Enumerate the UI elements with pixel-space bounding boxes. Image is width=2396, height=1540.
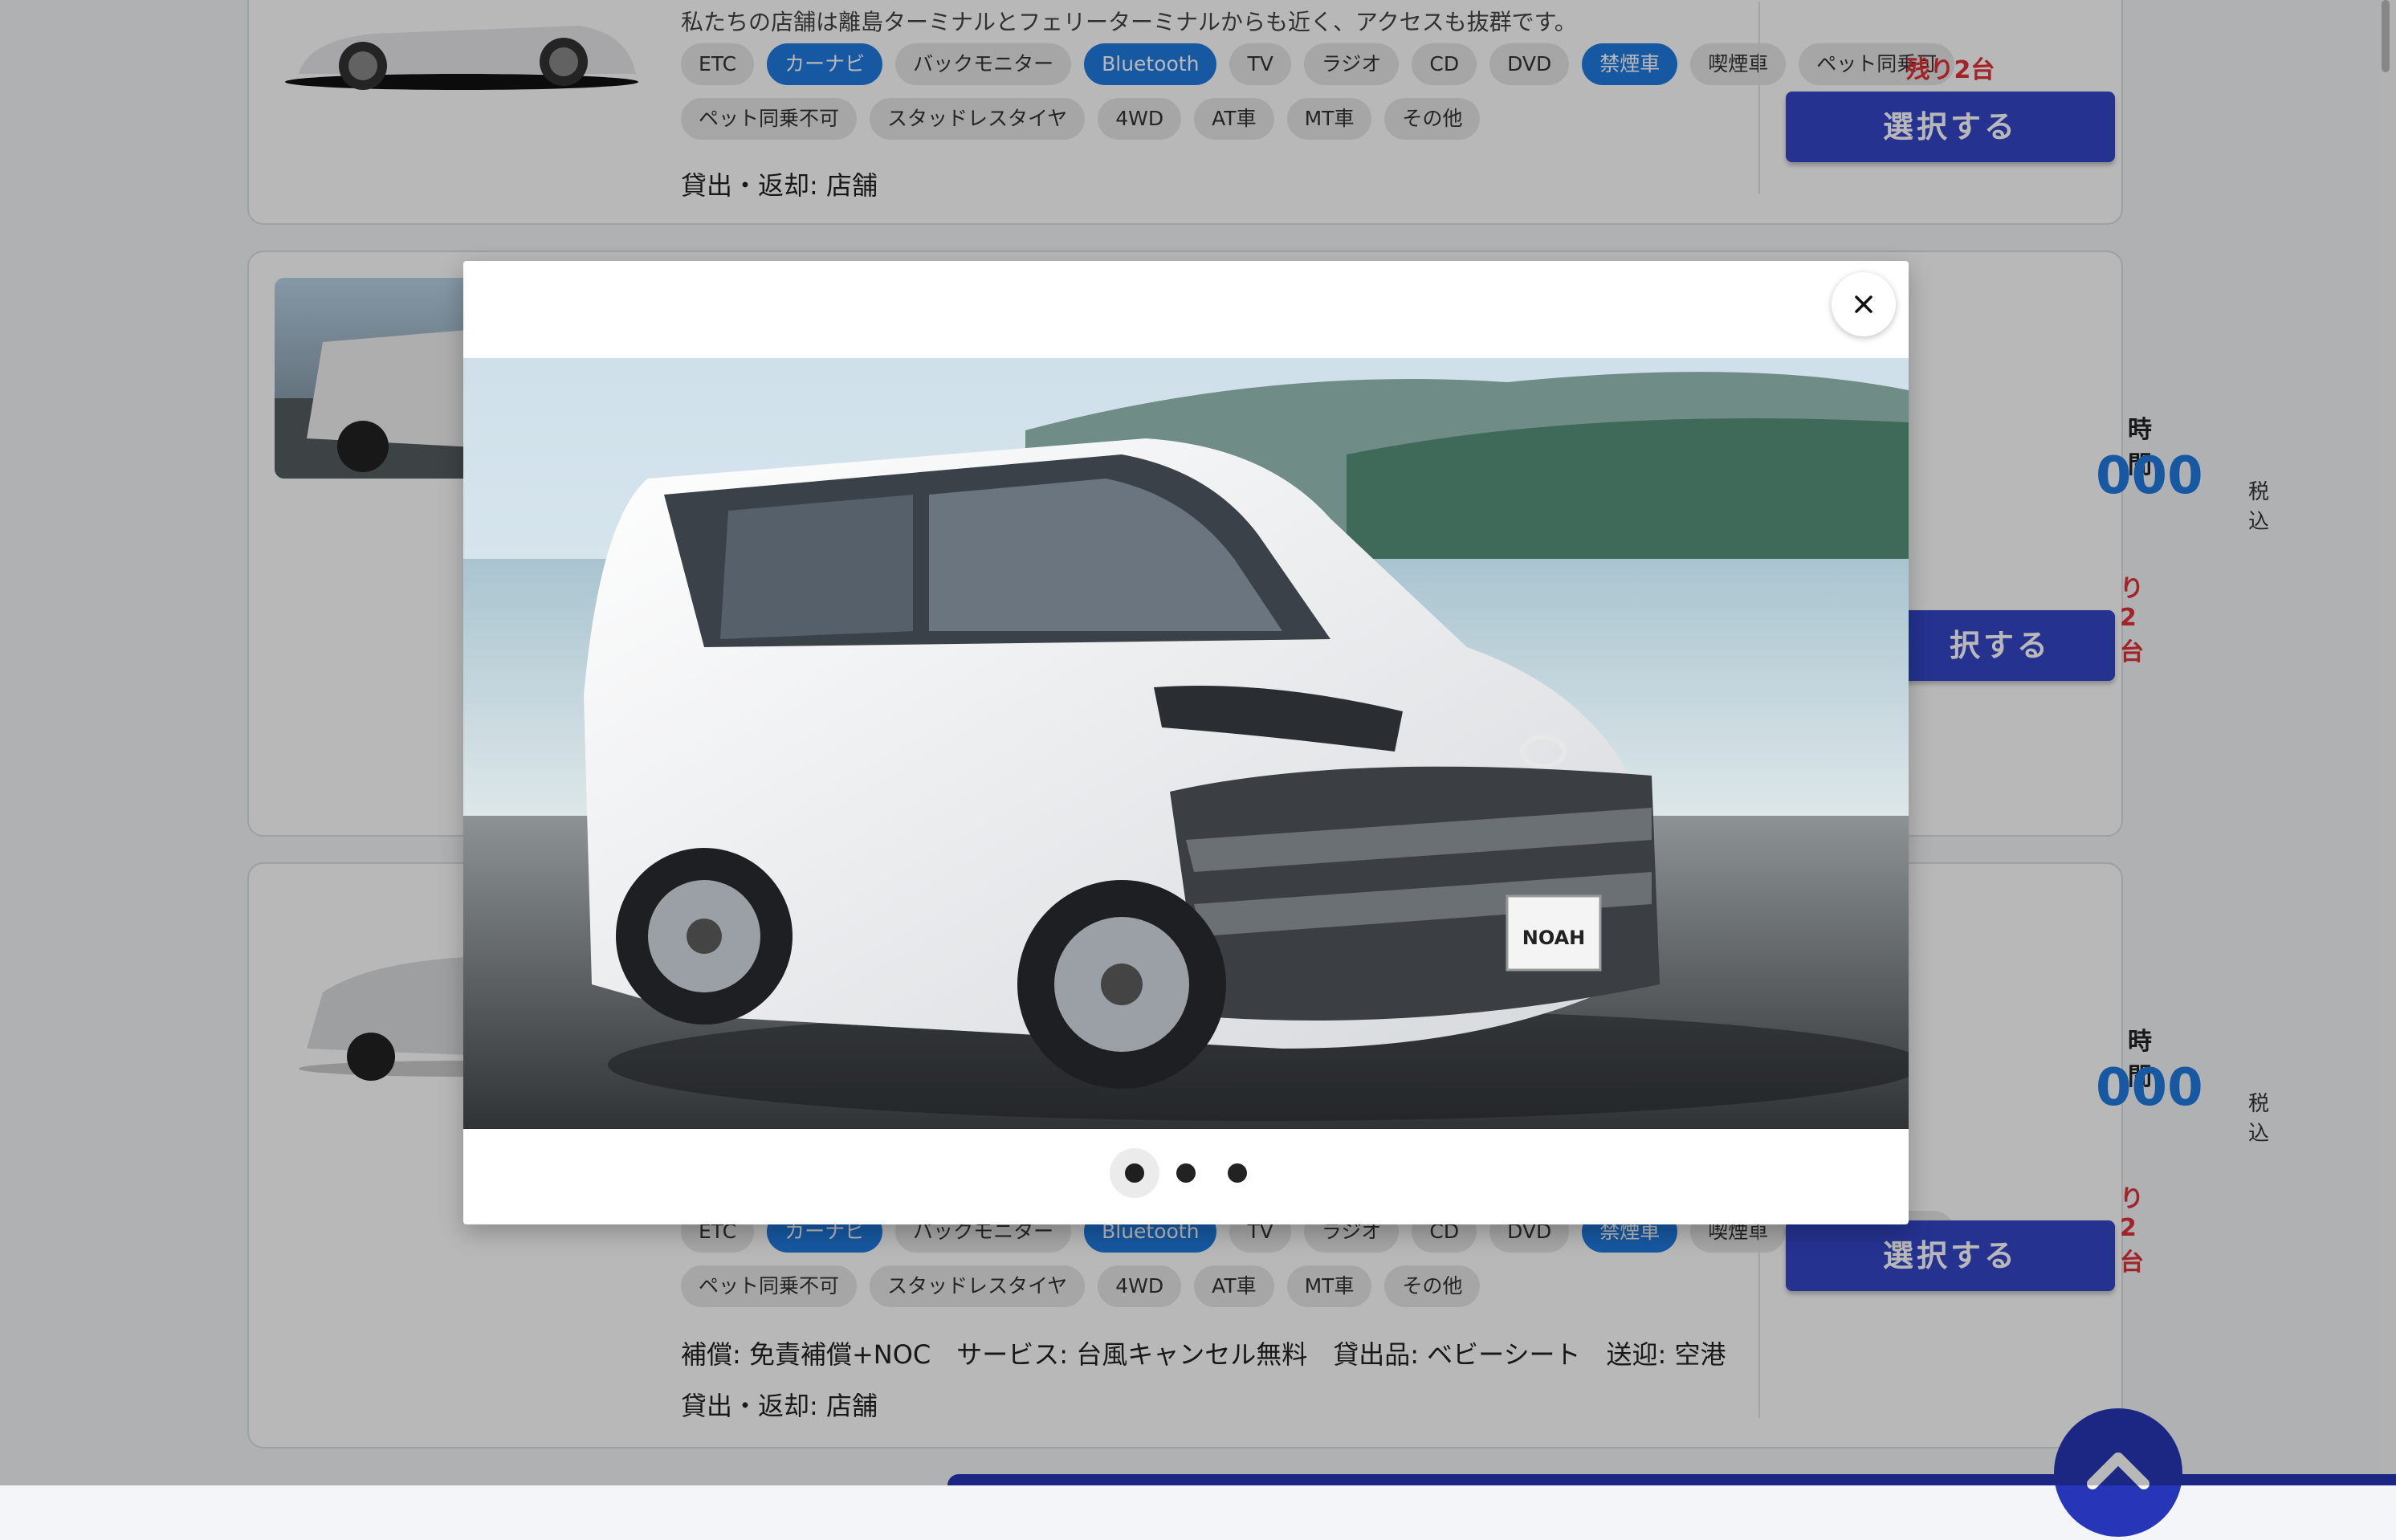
vehicle-photo: NOAH — [463, 358, 1909, 1129]
carousel-dot-1[interactable] — [1110, 1148, 1159, 1198]
carousel-indicators — [463, 1148, 1909, 1198]
carousel-dot-3[interactable] — [1228, 1163, 1247, 1183]
image-gallery-modal: NOAH — [463, 261, 1909, 1224]
close-button[interactable] — [1832, 272, 1896, 336]
close-icon — [1855, 295, 1872, 313]
license-plate-text: NOAH — [1522, 927, 1586, 949]
carousel-dot-2[interactable] — [1176, 1163, 1196, 1183]
